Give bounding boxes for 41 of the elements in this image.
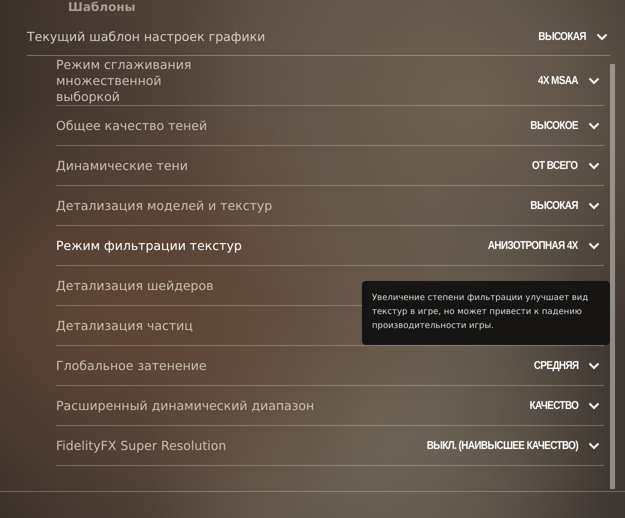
chevron-down-icon xyxy=(588,362,600,370)
setting-row[interactable]: Расширенный динамический диапазон КАЧЕСТВО xyxy=(56,386,604,426)
chevron-down-icon xyxy=(596,32,608,40)
setting-label: Общее качество теней xyxy=(56,118,208,134)
chevron-down-icon xyxy=(588,202,600,210)
chevron-down-icon xyxy=(588,162,600,170)
setting-row[interactable]: Динамические тени ОТ ВСЕГО xyxy=(56,146,604,186)
setting-value: АНИЗОТРОПНАЯ 4X xyxy=(488,240,578,252)
section-title: Шаблоны xyxy=(68,0,136,14)
setting-label: Расширенный динамический диапазон xyxy=(56,398,314,414)
scrollbar[interactable] xyxy=(610,64,615,489)
setting-label: FidelityFX Super Resolution xyxy=(56,438,226,454)
setting-label: Динамические тени xyxy=(56,158,188,174)
setting-value: ВЫКЛ. (НАИВЫСШЕЕ КАЧЕСТВО) xyxy=(426,440,578,452)
setting-value: 4X MSAA xyxy=(538,74,578,86)
setting-row[interactable]: Режим сглаживания множественной выборкой 4X MSAA xyxy=(56,56,604,106)
chevron-down-icon xyxy=(588,442,600,450)
setting-value: ВЫСОКОЕ xyxy=(530,120,578,132)
setting-row[interactable]: FidelityFX Super Resolution ВЫКЛ. (НАИВЫСШЕЕ КАЧЕСТВО) xyxy=(56,426,604,466)
chevron-down-icon xyxy=(588,122,600,130)
setting-value: ВЫСОКАЯ xyxy=(530,200,578,212)
setting-value: ОТ ВСЕГО xyxy=(532,160,578,172)
chevron-down-icon xyxy=(588,76,600,84)
setting-label: Глобальное затенение xyxy=(56,358,207,374)
setting-label: Режим фильтрации текстур xyxy=(56,238,242,254)
setting-row[interactable]: Глобальное затенение СРЕДНЯЯ xyxy=(56,346,604,386)
preset-setting-row[interactable]: Текущий шаблон настроек графики ВЫСОКАЯ xyxy=(27,18,610,56)
setting-value: СРЕДНЯЯ xyxy=(533,360,578,372)
setting-label: Детализация частиц xyxy=(56,318,193,334)
setting-value: КАЧЕСТВО xyxy=(529,400,578,412)
setting-label: Режим сглаживания множественной выборкой xyxy=(56,56,192,104)
chevron-down-icon xyxy=(588,242,600,250)
setting-row[interactable]: Общее качество теней ВЫСОКОЕ xyxy=(56,106,604,146)
setting-row[interactable]: Детализация моделей и текстур ВЫСОКАЯ xyxy=(56,186,604,226)
tooltip: Увеличение степени фильтрации улучшает вид текстур в игре, но может привести к падению производительности игры. xyxy=(362,281,610,345)
setting-label: Детализация шейдеров xyxy=(56,278,214,294)
chevron-down-icon xyxy=(588,402,600,410)
setting-row[interactable]: Режим фильтрации текстур АНИЗОТРОПНАЯ 4X xyxy=(56,226,604,266)
setting-label: Детализация моделей и текстур xyxy=(56,198,272,214)
setting-label: Текущий шаблон настроек графики xyxy=(27,28,266,44)
setting-value: ВЫСОКАЯ xyxy=(538,30,586,42)
